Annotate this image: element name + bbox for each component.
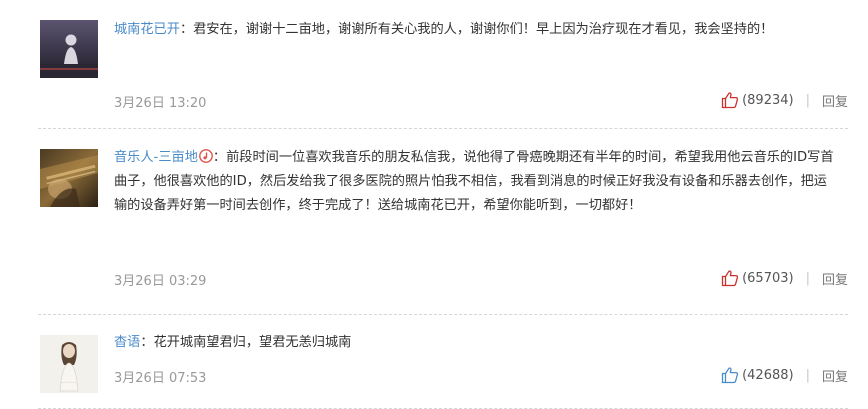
comment-text: 花开城南望君归，望君无恙归城南 [153, 335, 352, 350]
avatar[interactable] [40, 335, 98, 393]
username-link[interactable]: 杳语 [114, 335, 140, 350]
divider: | [805, 92, 810, 108]
comment-body: 音乐人-三亩地 ：前段时间一位喜欢我音乐的朋友私信我，说他得了骨癌晚期还有半年的时… [114, 146, 840, 218]
comment-item: 音乐人-三亩地 ：前段时间一位喜欢我音乐的朋友私信我，说他得了骨癌晚期还有半年的时… [38, 129, 848, 315]
comment-time: 3月26日 07:53 [114, 371, 207, 386]
comment-list: 城南花已开：君安在，谢谢十二亩地，谢谢所有关心我的人，谢谢你们！早上因为治疗现在… [38, 0, 848, 409]
thumbs-up-icon [721, 367, 739, 384]
like-count: (89234) [742, 92, 794, 108]
comment-item: 杳语：花开城南望君归，望君无恙归城南 3月26日 07:53 (42688) |… [38, 315, 848, 409]
reply-button[interactable]: 回复 [822, 91, 848, 110]
reply-button[interactable]: 回复 [822, 269, 848, 288]
comment-actions: (89234) | 回复 [720, 90, 848, 110]
comment-actions: (42688) | 回复 [720, 365, 848, 385]
thumbs-up-icon [721, 92, 739, 109]
comment-body: 杳语：花开城南望君归，望君无恙归城南 [114, 331, 840, 355]
reply-button[interactable]: 回复 [822, 366, 848, 385]
comment-text: 君安在，谢谢十二亩地，谢谢所有关心我的人，谢谢你们！早上因为治疗现在才看见，我会… [193, 22, 774, 37]
avatar-image [40, 149, 98, 207]
divider: | [805, 367, 810, 383]
avatar-image [40, 335, 98, 393]
thumbs-up-icon [721, 270, 739, 287]
comment-time: 3月26日 13:20 [114, 96, 207, 111]
comment-body: 城南花已开：君安在，谢谢十二亩地，谢谢所有关心我的人，谢谢你们！早上因为治疗现在… [114, 18, 840, 42]
like-count: (42688) [742, 367, 794, 383]
avatar[interactable] [40, 20, 98, 78]
username-link[interactable]: 城南花已开 [114, 22, 180, 37]
username-link[interactable]: 音乐人-三亩地 [114, 150, 198, 165]
colon: ： [140, 335, 154, 350]
colon: ： [212, 150, 227, 165]
comment-actions: (65703) | 回复 [720, 268, 848, 288]
music-note-badge-icon [198, 148, 213, 163]
like-button[interactable]: (65703) [720, 268, 794, 288]
colon: ： [179, 22, 194, 37]
like-button[interactable]: (89234) [720, 90, 794, 110]
avatar-image [40, 20, 98, 78]
comment-time: 3月26日 03:29 [114, 274, 207, 289]
divider: | [805, 270, 810, 286]
like-button[interactable]: (42688) [720, 365, 794, 385]
avatar[interactable] [40, 149, 98, 207]
comment-item: 城南花已开：君安在，谢谢十二亩地，谢谢所有关心我的人，谢谢你们！早上因为治疗现在… [38, 0, 848, 129]
like-count: (65703) [742, 270, 794, 286]
